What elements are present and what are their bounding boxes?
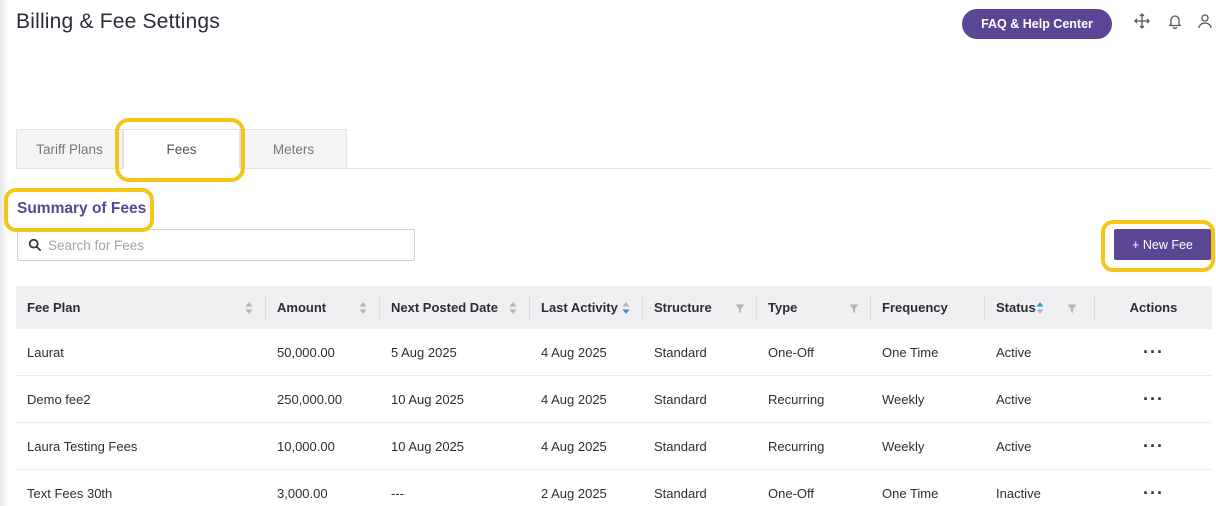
cell-status: Active <box>996 391 1032 407</box>
col-structure[interactable]: Structure <box>643 286 757 329</box>
faq-help-center-button[interactable]: FAQ & Help Center <box>962 9 1112 39</box>
cell-type: Recurring <box>768 391 825 407</box>
cell-fee-plan: Text Fees 30th <box>27 485 113 501</box>
search-input[interactable] <box>48 237 388 253</box>
cell-last-activity: 2 Aug 2025 <box>541 485 607 501</box>
section-title: Summary of Fees <box>17 200 147 217</box>
cell-structure: Standard <box>654 438 707 454</box>
cell-amount: 250,000.00 <box>277 391 343 407</box>
cell-next-posted-date: --- <box>391 485 404 501</box>
cell-last-activity: 4 Aug 2025 <box>541 391 607 407</box>
cell-type: One-Off <box>768 485 815 501</box>
cell-last-activity: 4 Aug 2025 <box>541 438 607 454</box>
col-label: Structure <box>654 300 712 315</box>
col-label: Fee Plan <box>27 300 81 315</box>
col-label: Status <box>996 300 1036 315</box>
col-label: Next Posted Date <box>391 300 498 315</box>
table-row[interactable]: Laurat 50,000.00 5 Aug 2025 4 Aug 2025 S… <box>16 329 1212 376</box>
sort-asc-icon[interactable] <box>1035 301 1045 315</box>
new-fee-button[interactable]: + New Fee <box>1114 229 1211 260</box>
col-next-posted-date[interactable]: Next Posted Date <box>380 286 530 329</box>
table-header: Fee Plan Amount Next Posted Date Last Ac… <box>16 286 1212 329</box>
col-amount[interactable]: Amount <box>266 286 380 329</box>
tab-tariff-plans[interactable]: Tariff Plans <box>16 129 123 169</box>
cell-fee-plan: Laurat <box>27 344 64 360</box>
move-icon[interactable] <box>1133 12 1151 30</box>
more-actions-icon[interactable]: ··· <box>1095 484 1212 502</box>
more-actions-icon[interactable]: ··· <box>1095 343 1212 361</box>
search-box <box>17 229 415 261</box>
filter-icon[interactable] <box>849 301 859 315</box>
sort-icon[interactable] <box>244 301 254 315</box>
col-label: Type <box>768 300 798 315</box>
cell-status: Inactive <box>996 485 1041 501</box>
col-label: Frequency <box>882 300 948 315</box>
bell-icon[interactable] <box>1166 12 1184 30</box>
user-icon[interactable] <box>1196 12 1214 30</box>
cell-structure: Standard <box>654 391 707 407</box>
cell-fee-plan: Laura Testing Fees <box>27 438 138 454</box>
sort-desc-icon[interactable] <box>621 301 631 315</box>
cell-frequency: One Time <box>882 485 939 501</box>
sort-icon[interactable] <box>358 301 368 315</box>
tab-fees[interactable]: Fees <box>123 129 240 169</box>
filter-icon[interactable] <box>1067 301 1077 315</box>
col-label: Actions <box>1129 300 1178 315</box>
cell-structure: Standard <box>654 344 707 360</box>
cell-next-posted-date: 5 Aug 2025 <box>391 344 457 360</box>
cell-frequency: Weekly <box>882 391 925 407</box>
col-frequency[interactable]: Frequency <box>871 286 985 329</box>
cell-structure: Standard <box>654 485 707 501</box>
col-status[interactable]: Status <box>985 286 1095 329</box>
sidebar-edge <box>0 0 8 506</box>
col-fee-plan[interactable]: Fee Plan <box>16 286 266 329</box>
cell-amount: 3,000.00 <box>277 485 328 501</box>
search-icon <box>28 238 42 252</box>
col-label: Last Activity <box>541 300 618 315</box>
col-last-activity[interactable]: Last Activity <box>530 286 643 329</box>
more-actions-icon[interactable]: ··· <box>1095 390 1212 408</box>
cell-next-posted-date: 10 Aug 2025 <box>391 438 465 454</box>
tab-meters[interactable]: Meters <box>240 129 347 169</box>
page-title: Billing & Fee Settings <box>16 10 221 33</box>
col-actions: Actions <box>1095 286 1212 329</box>
filter-icon[interactable] <box>735 301 745 315</box>
cell-frequency: Weekly <box>882 438 925 454</box>
cell-fee-plan: Demo fee2 <box>27 391 91 407</box>
table-row[interactable]: Text Fees 30th 3,000.00 --- 2 Aug 2025 S… <box>16 470 1212 506</box>
col-type[interactable]: Type <box>757 286 871 329</box>
cell-type: Recurring <box>768 438 825 454</box>
cell-type: One-Off <box>768 344 815 360</box>
cell-status: Active <box>996 344 1032 360</box>
table-row[interactable]: Demo fee2 250,000.00 10 Aug 2025 4 Aug 2… <box>16 376 1212 423</box>
table-row[interactable]: Laura Testing Fees 10,000.00 10 Aug 2025… <box>16 423 1212 470</box>
cell-amount: 50,000.00 <box>277 344 335 360</box>
sort-icon[interactable] <box>508 301 518 315</box>
cell-last-activity: 4 Aug 2025 <box>541 344 607 360</box>
cell-status: Active <box>996 438 1032 454</box>
cell-next-posted-date: 10 Aug 2025 <box>391 391 465 407</box>
col-label: Amount <box>277 300 327 315</box>
tab-bar: Tariff Plans Fees Meters <box>16 129 347 169</box>
cell-amount: 10,000.00 <box>277 438 335 454</box>
cell-frequency: One Time <box>882 344 939 360</box>
more-actions-icon[interactable]: ··· <box>1095 437 1212 455</box>
fees-table: Fee Plan Amount Next Posted Date Last Ac… <box>16 286 1212 506</box>
